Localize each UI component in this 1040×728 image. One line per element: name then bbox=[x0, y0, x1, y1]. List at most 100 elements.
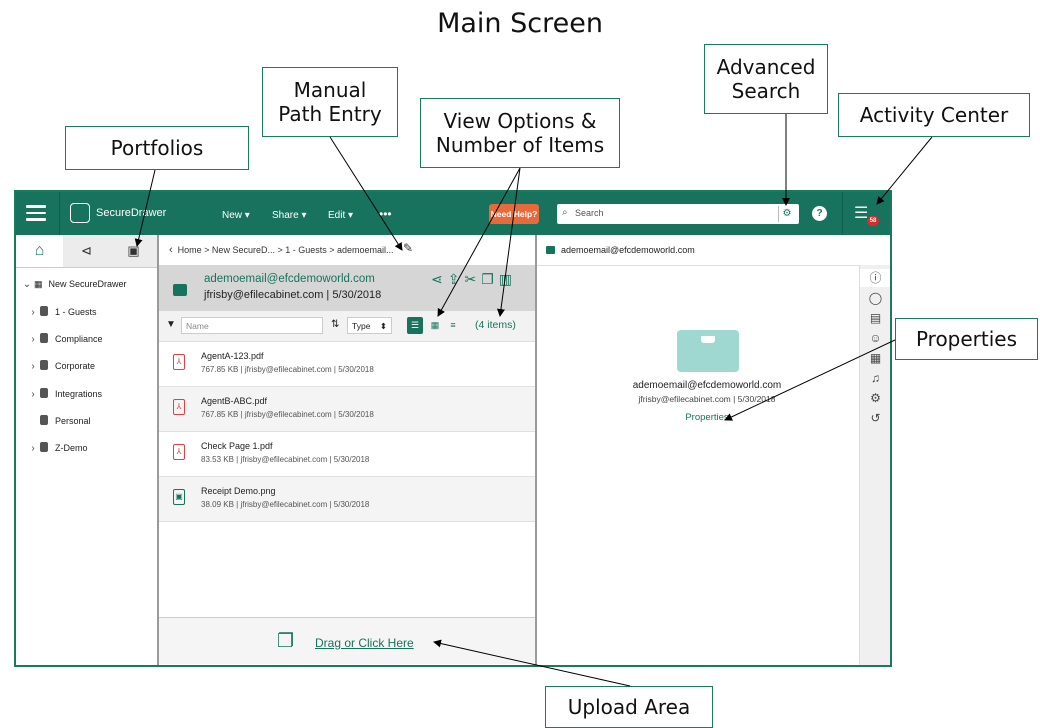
bell-icon[interactable]: ♫ bbox=[860, 369, 890, 387]
type-select[interactable]: Type ⬍ bbox=[347, 317, 392, 334]
share-tab-icon[interactable]: ⊲ bbox=[63, 235, 110, 267]
pdf-icon: ⅄ bbox=[173, 354, 185, 370]
folder-actions: ⋖⇪✂❐▥ bbox=[431, 271, 517, 288]
drawer-icon bbox=[40, 415, 48, 425]
file-row[interactable]: ⅄ Check Page 1.pdf 83.53 KB | jfrisby@ef… bbox=[159, 432, 535, 477]
logo-text: SecureDrawer bbox=[96, 207, 167, 219]
filter-icon[interactable]: ▼ bbox=[166, 319, 176, 330]
pdf-icon: ⅄ bbox=[173, 444, 185, 460]
tree-item-guests[interactable]: › 1 - Guests bbox=[26, 301, 97, 323]
search-input[interactable]: ⌕ Search ⚙ bbox=[557, 204, 799, 224]
file-row[interactable]: ⅄ AgentB-ABC.pdf 767.85 KB | jfrisby@efi… bbox=[159, 387, 535, 432]
cut-icon[interactable]: ✂ bbox=[464, 271, 481, 287]
comment-icon[interactable]: ◯ bbox=[860, 289, 890, 307]
tree-item-corporate[interactable]: › Corporate bbox=[26, 355, 95, 377]
callout-properties: Properties bbox=[895, 318, 1038, 360]
copy-icon[interactable]: ❐ bbox=[481, 271, 499, 287]
left-tabs: ⌂ ⊲ ▣ bbox=[16, 235, 157, 268]
tree-item-personal[interactable]: Personal bbox=[26, 410, 91, 432]
name-filter-input[interactable]: Name bbox=[181, 317, 323, 334]
chevron-updown-icon: ⬍ bbox=[379, 321, 387, 331]
edit-menu[interactable]: Edit ▾ bbox=[328, 210, 353, 221]
drawer-icon bbox=[40, 360, 48, 370]
drawer-icon bbox=[40, 388, 48, 398]
breadcrumb-path[interactable]: Home > New SecureD... > 1 - Guests > ade… bbox=[178, 245, 394, 255]
home-tab-icon[interactable]: ⌂ bbox=[16, 235, 63, 267]
details-header: ademoemail@efcdemoworld.com bbox=[537, 235, 890, 266]
advanced-search-gear-icon[interactable]: ⚙ bbox=[778, 206, 795, 222]
edit-path-icon[interactable]: ✎ bbox=[403, 242, 416, 255]
details-email: ademoemail@efcdemoworld.com bbox=[632, 380, 782, 391]
details-rail: ⓘ ◯ ▤ ☺ ▦ ♫ ⚙ ↺ bbox=[859, 265, 890, 665]
file-meta: 83.53 KB | jfrisby@efilecabinet.com | 5/… bbox=[201, 455, 370, 464]
divider bbox=[842, 192, 843, 235]
building-icon: ▦ bbox=[34, 279, 43, 289]
top-bar: SecureDrawer New ▾ Share ▾ Edit ▾ ••• Ne… bbox=[16, 192, 890, 235]
file-name: AgentB-ABC.pdf bbox=[201, 396, 268, 406]
app-window: SecureDrawer New ▾ Share ▾ Edit ▾ ••• Ne… bbox=[14, 190, 892, 667]
share-menu[interactable]: Share ▾ bbox=[272, 210, 306, 221]
callout-activity-center: Activity Center bbox=[838, 93, 1030, 137]
copy-files-icon: ❐ bbox=[277, 631, 295, 652]
callout-upload-area: Upload Area bbox=[545, 686, 713, 728]
breadcrumb[interactable]: ‹ Home > New SecureD... > 1 - Guests > ad… bbox=[159, 235, 535, 266]
info-icon[interactable]: ⓘ bbox=[860, 269, 890, 287]
sort-icon[interactable]: ⇅ bbox=[331, 319, 339, 330]
need-help-button[interactable]: Need Help? bbox=[489, 204, 539, 224]
filter-bar: ▼ Name ⇅ Type ⬍ ☰ ▦ ≡ (4 items) bbox=[159, 311, 535, 342]
grid-view-icon[interactable]: ▦ bbox=[427, 317, 443, 334]
folder-email: ademoemail@efcdemoworld.com bbox=[204, 273, 375, 285]
file-name: Receipt Demo.png bbox=[201, 486, 276, 496]
menu-icon[interactable] bbox=[26, 201, 46, 223]
portfolio-tab-icon[interactable]: ▣ bbox=[110, 235, 157, 267]
workflow-icon[interactable]: ⚙ bbox=[860, 389, 890, 407]
drawer-icon bbox=[40, 333, 48, 343]
help-icon[interactable]: ? bbox=[812, 206, 827, 221]
upload-link[interactable]: Drag or Click Here bbox=[315, 636, 414, 650]
file-list-panel: ‹ Home > New SecureD... > 1 - Guests > ad… bbox=[159, 235, 537, 665]
details-view-icon[interactable]: ≡ bbox=[445, 317, 461, 334]
pdf-icon: ⅄ bbox=[173, 399, 185, 415]
upload-area[interactable]: ❐ Drag or Click Here bbox=[159, 617, 535, 664]
list-view-icon[interactable]: ☰ bbox=[407, 317, 423, 334]
file-meta: 767.85 KB | jfrisby@efilecabinet.com | 5… bbox=[201, 365, 374, 374]
folder-meta: jfrisby@efilecabinet.com | 5/30/2018 bbox=[204, 289, 382, 301]
divider bbox=[59, 192, 60, 235]
more-menu[interactable]: ••• bbox=[379, 207, 392, 221]
calendar-icon[interactable]: ▦ bbox=[860, 349, 890, 367]
left-panel: ⌂ ⊲ ▣ ⌄ ▦ New SecureDrawer › 1 - Guests › Co… bbox=[16, 235, 159, 665]
image-file-icon: ▣ bbox=[173, 489, 185, 505]
file-row[interactable]: ▣ Receipt Demo.png 38.09 KB | jfrisby@ef… bbox=[159, 477, 535, 522]
drawer-icon bbox=[40, 306, 48, 316]
back-icon[interactable]: ‹ bbox=[169, 244, 173, 256]
tree-item-compliance[interactable]: › Compliance bbox=[26, 328, 103, 350]
activity-center-icon[interactable]: ☰ 58 bbox=[854, 204, 879, 226]
callout-portfolios: Portfolios bbox=[65, 126, 249, 170]
file-name: AgentA-123.pdf bbox=[201, 351, 264, 361]
details-meta: jfrisby@efilecabinet.com | 5/30/2018 bbox=[638, 394, 776, 404]
callout-manual-path-entry: Manual Path Entry bbox=[262, 67, 398, 137]
properties-link[interactable]: Properties bbox=[537, 412, 877, 423]
tree-root[interactable]: ⌄ ▦ New SecureDrawer bbox=[20, 273, 127, 295]
share-icon[interactable]: ⋖ bbox=[431, 271, 448, 287]
delete-icon[interactable]: ▥ bbox=[499, 271, 517, 287]
new-menu[interactable]: New ▾ bbox=[222, 210, 250, 221]
history-icon[interactable]: ↺ bbox=[860, 409, 890, 427]
clipboard-icon[interactable]: ▤ bbox=[860, 309, 890, 327]
search-icon: ⌕ bbox=[562, 207, 568, 218]
page-title: Main Screen bbox=[437, 8, 603, 39]
upload-icon[interactable]: ⇪ bbox=[448, 271, 465, 287]
folder-header: ademoemail@efcdemoworld.com jfrisby@efil… bbox=[159, 265, 535, 311]
file-row[interactable]: ⅄ AgentA-123.pdf 767.85 KB | jfrisby@efi… bbox=[159, 342, 535, 387]
search-placeholder: Search bbox=[575, 208, 604, 218]
drawer-icon bbox=[546, 246, 555, 254]
tree-item-integrations[interactable]: › Integrations bbox=[26, 383, 102, 405]
drawer-large-icon bbox=[677, 330, 739, 372]
tree-item-zdemo[interactable]: › Z-Demo bbox=[26, 437, 88, 459]
drawer-icon bbox=[40, 442, 48, 452]
user-icon[interactable]: ☺ bbox=[860, 329, 890, 347]
callout-view-options: View Options & Number of Items bbox=[420, 98, 620, 168]
item-count: (4 items) bbox=[475, 319, 516, 331]
file-name: Check Page 1.pdf bbox=[201, 441, 273, 451]
file-meta: 767.85 KB | jfrisby@efilecabinet.com | 5… bbox=[201, 410, 374, 419]
